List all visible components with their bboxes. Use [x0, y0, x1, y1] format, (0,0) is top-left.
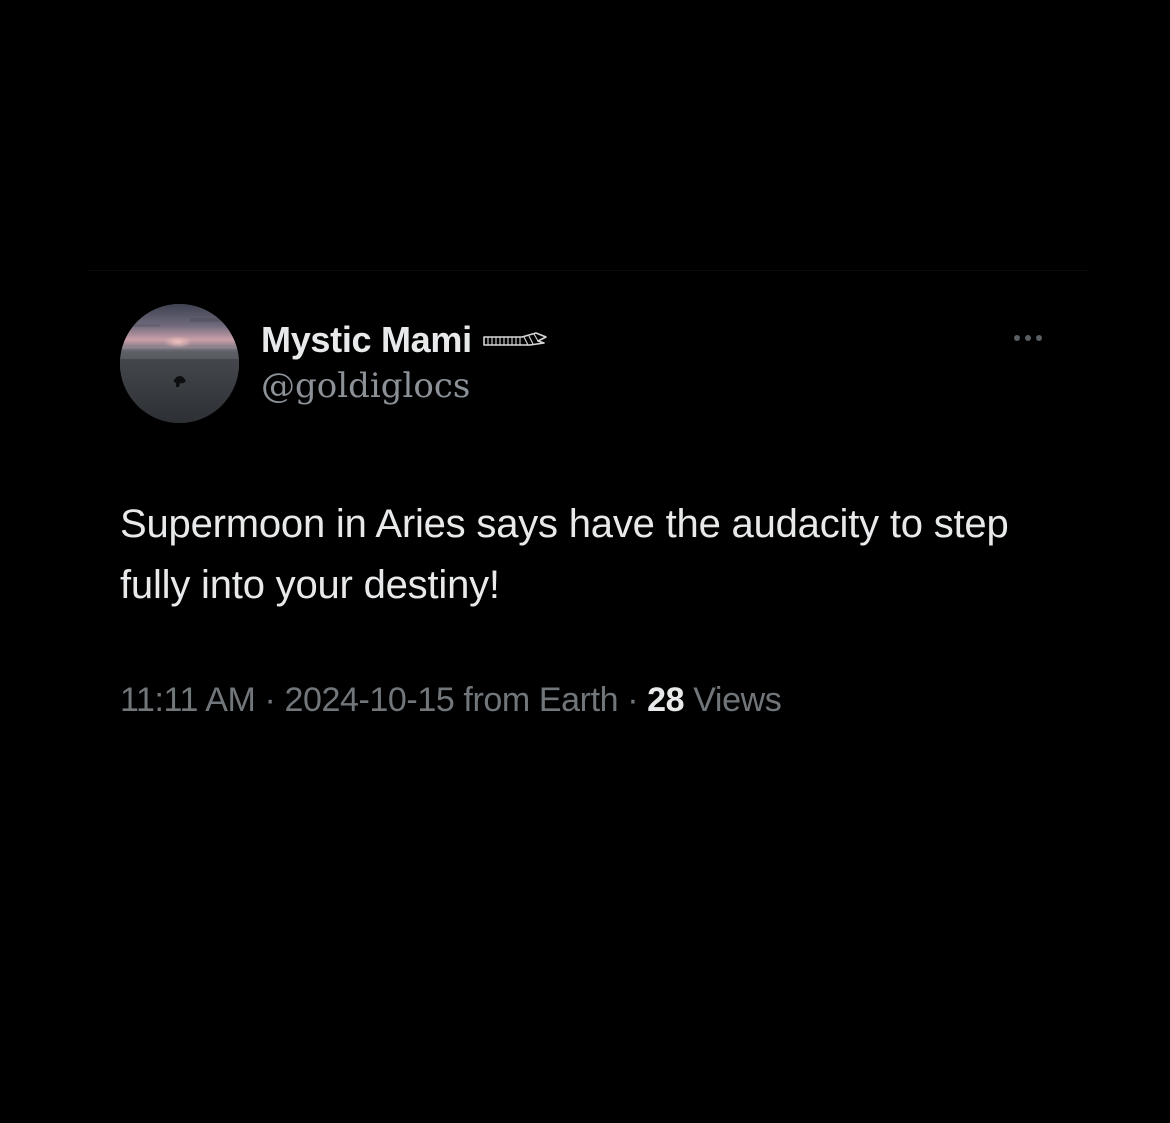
- avatar-sunset-photo: [120, 304, 239, 423]
- author-handle[interactable]: @goldiglocs: [261, 366, 470, 406]
- views-label[interactable]: Views: [693, 681, 781, 719]
- views-count[interactable]: 28: [647, 681, 684, 719]
- more-dots-icon[interactable]: [1006, 326, 1050, 350]
- separator: ·: [264, 681, 276, 719]
- divider: [88, 270, 1088, 271]
- dot: [1014, 335, 1020, 341]
- tweet-date-source[interactable]: 2024-10-15 from Earth: [284, 681, 618, 719]
- tweet-time[interactable]: 11:11 AM: [120, 681, 256, 719]
- author-row: Mystic Mami: [261, 316, 548, 364]
- separator: ·: [627, 681, 639, 719]
- tweet: Mystic Mami @goldiglocs Supermoon in Ari…: [0, 0, 1170, 1123]
- dot: [1036, 335, 1042, 341]
- tweet-meta: 11:11 AM · 2024-10-15 from Earth · 28 Vi…: [120, 681, 782, 720]
- dot: [1025, 335, 1031, 341]
- wing-icon: [482, 329, 548, 351]
- tweet-text: Supermoon in Aries says have the audacit…: [120, 502, 1009, 607]
- avatar[interactable]: [120, 304, 239, 423]
- display-name[interactable]: Mystic Mami: [261, 319, 472, 361]
